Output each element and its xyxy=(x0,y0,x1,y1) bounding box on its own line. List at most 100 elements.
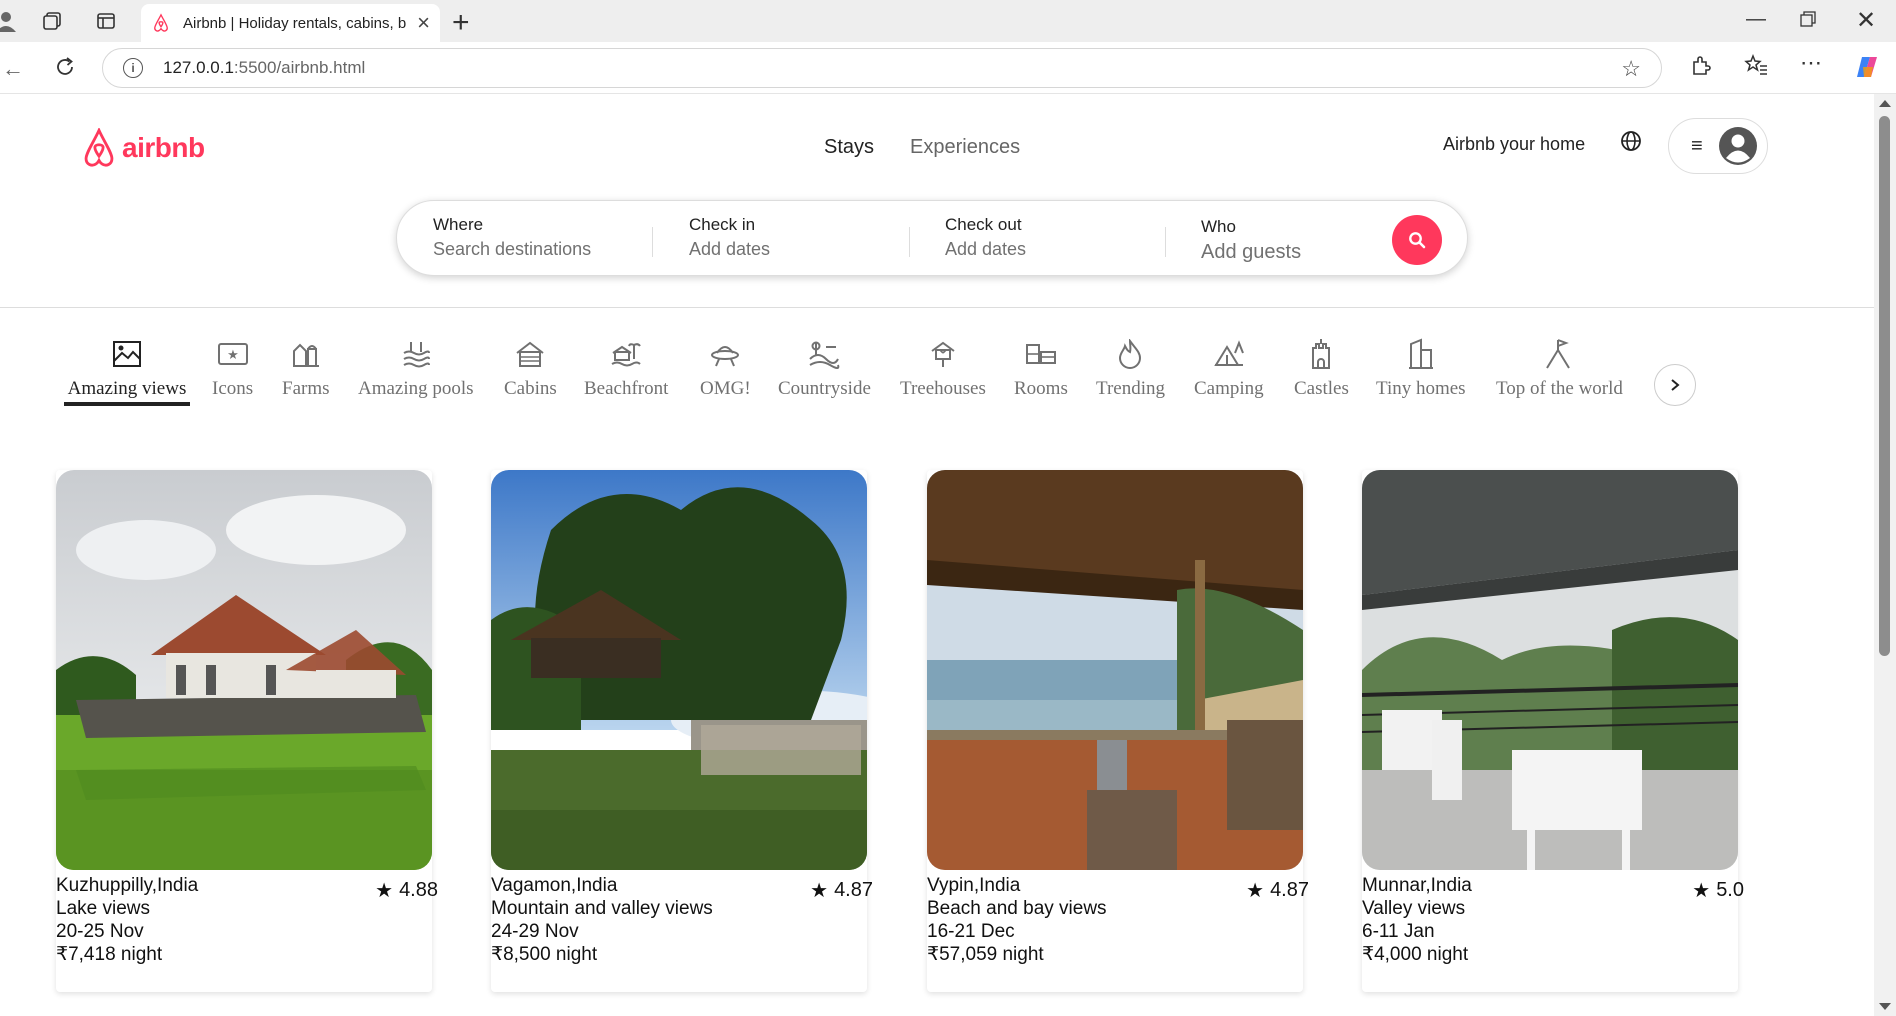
user-menu-button[interactable]: ≡ xyxy=(1668,118,1768,174)
extensions-icon[interactable] xyxy=(1690,54,1712,82)
search-bar: Where Search destinations Check in Add d… xyxy=(396,200,1468,276)
category-label: Amazing pools xyxy=(358,378,474,399)
divider xyxy=(652,227,653,257)
category-scroll-next-button[interactable] xyxy=(1654,364,1696,406)
category-amazing-pools[interactable]: Amazing pools xyxy=(358,334,474,400)
listing-card[interactable]: Vypin,India Beach and bay views 16-21 De… xyxy=(927,470,1309,992)
listing-photo[interactable] xyxy=(1362,470,1738,870)
logo-text: airbnb xyxy=(122,132,205,163)
listing-card[interactable]: Vagamon,India Mountain and valley views … xyxy=(491,470,873,992)
cabins-icon xyxy=(515,334,545,374)
nav-experiences[interactable]: Experiences xyxy=(910,136,1020,159)
new-tab-icon[interactable]: + xyxy=(452,6,470,40)
globe-icon[interactable] xyxy=(1620,130,1642,157)
category-label: Tiny homes xyxy=(1376,378,1466,399)
listing-photo[interactable] xyxy=(927,470,1303,870)
check-out-field[interactable]: Check out Add dates xyxy=(945,215,1026,260)
site-info-icon[interactable]: i xyxy=(123,58,143,78)
category-label: OMG! xyxy=(700,378,751,399)
listing-price: ₹4,000 night xyxy=(1362,944,1469,965)
page-scrollbar[interactable] xyxy=(1874,94,1896,1016)
beachfront-icon xyxy=(610,334,642,374)
scroll-up-icon[interactable] xyxy=(1879,100,1891,107)
rating-value: 5.0 xyxy=(1716,879,1744,901)
more-options-icon[interactable]: ⋯ xyxy=(1800,50,1822,76)
address-bar: ← i 127.0.0.1:5500/airbnb.html ☆ ⋯ xyxy=(0,42,1896,94)
category-camping[interactable]: Camping xyxy=(1194,334,1264,400)
listing-dates: 20-25 Nov xyxy=(56,921,144,942)
listing-rating: ★ 4.88 xyxy=(375,878,438,903)
omg-icon xyxy=(710,334,740,374)
copilot-icon[interactable] xyxy=(1854,54,1880,86)
listing-info: Munnar,India Valley views 6-11 Jan ₹4,00… xyxy=(1362,874,1738,966)
listing-photo[interactable] xyxy=(56,470,432,870)
category-trending[interactable]: Trending xyxy=(1096,334,1165,400)
listing-price: ₹57,059 night xyxy=(927,944,1044,965)
who-field[interactable]: Who Add guests xyxy=(1201,217,1301,264)
countryside-icon xyxy=(808,334,840,374)
back-icon[interactable]: ← xyxy=(2,56,24,82)
category-label: Amazing views xyxy=(67,378,187,399)
vertical-tabs-icon[interactable] xyxy=(94,9,118,33)
close-window-icon[interactable]: ✕ xyxy=(1856,6,1876,35)
category-castles[interactable]: Castles xyxy=(1294,334,1349,400)
favorite-star-icon[interactable]: ☆ xyxy=(1621,56,1641,82)
listing-rating: ★ 5.0 xyxy=(1692,878,1744,903)
scrollbar-thumb[interactable] xyxy=(1879,116,1890,656)
category-label: Castles xyxy=(1294,378,1349,399)
category-tiny-homes[interactable]: Tiny homes xyxy=(1376,334,1466,400)
check-in-field[interactable]: Check in Add dates xyxy=(689,215,770,260)
airbnb-logo[interactable]: airbnb xyxy=(80,128,205,168)
browser-tab[interactable]: Airbnb | Holiday rentals, cabins, b × xyxy=(141,4,440,42)
category-farms[interactable]: Farms xyxy=(282,334,330,400)
search-button[interactable] xyxy=(1392,215,1442,265)
who-input[interactable]: Add guests xyxy=(1201,241,1301,264)
url-bar[interactable]: i 127.0.0.1:5500/airbnb.html ☆ xyxy=(102,48,1662,88)
category-label: Trending xyxy=(1096,378,1165,399)
category-treehouses[interactable]: Treehouses xyxy=(900,334,986,400)
check-in-label: Check in xyxy=(689,215,756,234)
category-label: Cabins xyxy=(504,378,557,399)
chevron-right-icon xyxy=(1671,379,1680,391)
check-out-label: Check out xyxy=(945,215,1022,234)
category-countryside[interactable]: Countryside xyxy=(778,334,871,400)
listing-price: ₹8,500 night xyxy=(491,944,598,965)
check-in-input[interactable]: Add dates xyxy=(689,239,770,260)
star-icon: ★ xyxy=(810,880,829,902)
category-cabins[interactable]: Cabins xyxy=(504,334,557,400)
category-rooms[interactable]: Rooms xyxy=(1014,334,1068,400)
category-label: Beachfront xyxy=(584,378,669,399)
profile-icon[interactable] xyxy=(0,9,18,33)
listing-dates: 24-29 Nov xyxy=(491,921,579,942)
listing-card[interactable]: Kuzhuppilly,India Lake views 20-25 Nov ₹… xyxy=(56,470,438,992)
nav-stays[interactable]: Stays xyxy=(824,136,874,159)
favorites-icon[interactable] xyxy=(1744,53,1768,82)
reload-icon[interactable] xyxy=(54,56,76,84)
collections-icon[interactable] xyxy=(40,9,64,33)
listing-dates: 16-21 Dec xyxy=(927,921,1015,942)
restore-icon[interactable] xyxy=(1800,10,1816,33)
category-top-of-the-world[interactable]: Top of the world xyxy=(1496,334,1623,400)
category-icons[interactable]: ★ Icons xyxy=(212,334,253,400)
top-nav: Stays Experiences xyxy=(824,136,1020,159)
check-out-input[interactable]: Add dates xyxy=(945,239,1026,260)
listing-card[interactable]: Munnar,India Valley views 6-11 Jan ₹4,00… xyxy=(1362,470,1744,992)
airbnb-your-home-link[interactable]: Airbnb your home xyxy=(1443,134,1585,155)
airbnb-logo-icon xyxy=(84,128,114,167)
icons-icon: ★ xyxy=(217,334,249,374)
flame-icon xyxy=(1117,334,1143,374)
where-input[interactable]: Search destinations xyxy=(433,239,591,260)
category-amazing-views[interactable]: Amazing views xyxy=(64,334,190,406)
category-beachfront[interactable]: Beachfront xyxy=(584,334,668,400)
header-divider xyxy=(0,307,1874,308)
minimize-icon[interactable]: — xyxy=(1746,8,1766,31)
category-label: Camping xyxy=(1194,378,1264,399)
close-tab-icon[interactable]: × xyxy=(417,10,430,36)
category-omg[interactable]: OMG! xyxy=(700,334,751,400)
where-label: Where xyxy=(433,215,484,234)
where-field[interactable]: Where Search destinations xyxy=(433,215,591,260)
hamburger-menu-icon: ≡ xyxy=(1691,134,1703,157)
star-icon: ★ xyxy=(1692,880,1711,902)
listing-photo[interactable] xyxy=(491,470,867,870)
scroll-down-icon[interactable] xyxy=(1879,1003,1891,1010)
